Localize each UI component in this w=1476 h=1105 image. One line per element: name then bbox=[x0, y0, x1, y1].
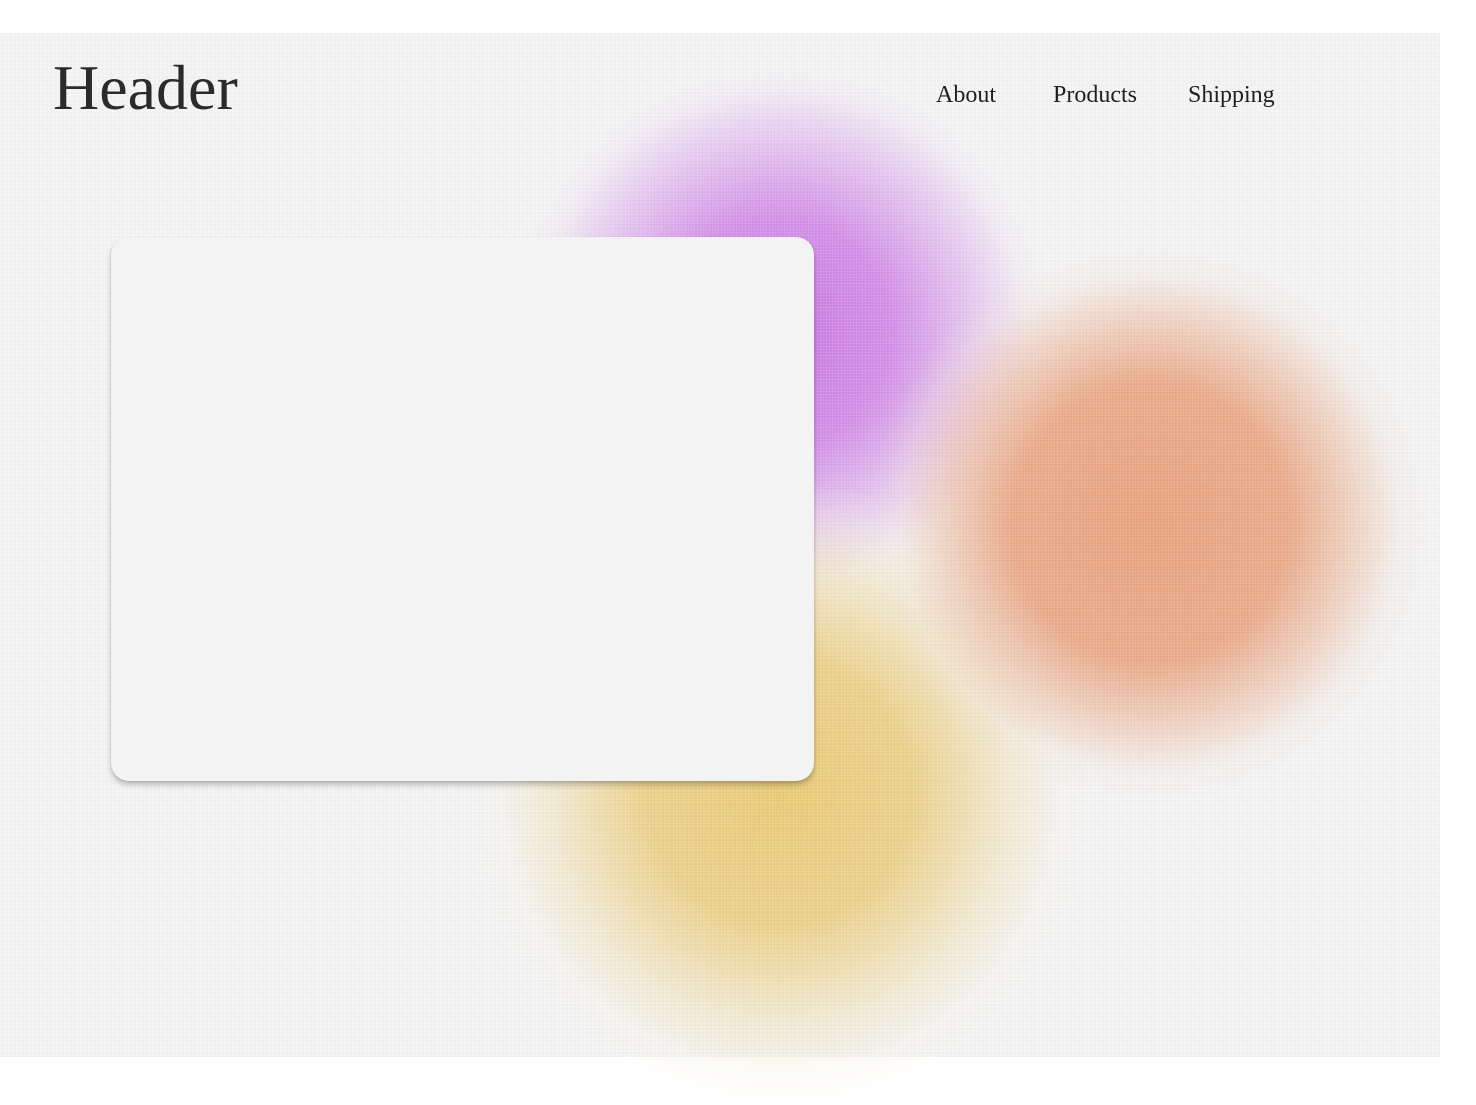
orange-gradient-blob bbox=[870, 243, 1430, 803]
main-nav: About Products Shipping bbox=[0, 81, 1440, 111]
nav-link-shipping[interactable]: Shipping bbox=[1188, 81, 1275, 109]
nav-link-products[interactable]: Products bbox=[1053, 81, 1137, 109]
nav-link-about[interactable]: About bbox=[936, 81, 996, 109]
page-background: Header About Products Shipping bbox=[0, 33, 1440, 1103]
content-card bbox=[111, 237, 814, 781]
site-header: Header About Products Shipping bbox=[0, 33, 1440, 153]
